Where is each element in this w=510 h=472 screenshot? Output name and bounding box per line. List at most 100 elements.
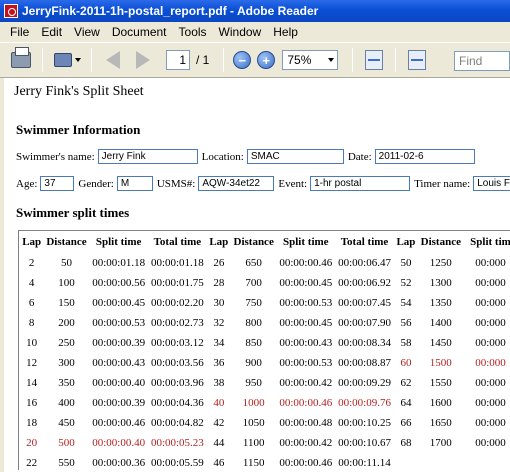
location-field[interactable]: SMAC: [246, 149, 344, 164]
window-title: JerryFink-2011-1h-postal_report.pdf - Ad…: [22, 4, 319, 18]
table-cell: 00:000: [475, 377, 506, 389]
column-header: Lap: [209, 236, 229, 248]
page-number-input[interactable]: 1: [166, 50, 190, 70]
gender-field[interactable]: M: [116, 176, 153, 191]
table-cell: 1150: [242, 457, 265, 469]
table-cell: 00:000: [475, 397, 506, 409]
table-cell: 32: [213, 317, 225, 329]
table-cell: 00:00:04.82: [150, 417, 204, 429]
table-row: 4 100 00:00:00.56 00:00:01.75 28 700 00:00:00.…: [19, 273, 510, 293]
table-row: 6 150 00:00:00.45 00:00:02.20 30 750 00:00:00.…: [19, 293, 510, 313]
timer-field[interactable]: Louis Fer: [473, 176, 510, 191]
usms-field[interactable]: AQW-34et22: [198, 176, 275, 191]
date-field[interactable]: 2011-02-6: [374, 149, 475, 164]
table-cell: 800: [245, 317, 262, 329]
table-cell: 00:00:03.12: [150, 337, 204, 349]
table-cell: 00:00:07.45: [338, 297, 391, 309]
share-button[interactable]: [49, 46, 85, 74]
table-cell: 1650: [429, 417, 452, 429]
table-cell: 34: [213, 337, 225, 349]
menu-window[interactable]: Window: [213, 25, 268, 39]
table-cell: 750: [245, 297, 262, 309]
table-cell: 60: [400, 357, 412, 369]
table-cell: 12: [26, 357, 38, 369]
column-header: Split time: [283, 236, 329, 248]
menu-help[interactable]: Help: [267, 25, 304, 39]
table-cell: 44: [213, 437, 225, 449]
table-cell: 38: [213, 377, 225, 389]
column-header: Split tim: [470, 236, 510, 248]
table-cell: 8: [28, 317, 35, 329]
menu-tools[interactable]: Tools: [173, 25, 213, 39]
table-cell: 10: [26, 337, 38, 349]
table-cell: 00:00:00.46: [92, 417, 146, 429]
menu-edit[interactable]: Edit: [35, 25, 68, 39]
table-cell: 00:00:04.36: [150, 397, 204, 409]
table-cell: 00:00:00.56: [92, 277, 146, 289]
title-bar: JerryFink-2011-1h-postal_report.pdf - Ad…: [0, 0, 510, 22]
table-header-row: Lap Distance Split time Total time Lap D…: [19, 231, 510, 253]
table-cell: 1250: [429, 257, 452, 269]
swimmer-info-heading: Swimmer Information: [16, 122, 141, 137]
table-cell: 00:00:00.53: [279, 357, 333, 369]
table-cell: 00:00:00.53: [92, 317, 146, 329]
menu-view[interactable]: View: [68, 25, 106, 39]
swimmer-info-row-2: Age: 37 Gender: M USMS#: AQW-34et22 Even…: [16, 176, 510, 191]
name-field[interactable]: Jerry Fink: [97, 149, 198, 164]
table-cell: 00:00:00.53: [279, 297, 333, 309]
event-field[interactable]: 1-hr postal: [310, 176, 411, 191]
table-cell: 00:00:00.39: [92, 337, 146, 349]
age-label: Age:: [16, 177, 38, 190]
zoom-in-icon[interactable]: +: [257, 51, 276, 69]
table-cell: 2: [28, 257, 35, 269]
table-cell: 250: [58, 337, 75, 349]
table-cell: 00:00:10.67: [338, 437, 391, 449]
next-page-button[interactable]: [128, 46, 158, 74]
table-cell: 00:00:00.39: [92, 397, 146, 409]
table-cell: 62: [400, 377, 412, 389]
table-cell: 00:000: [475, 357, 506, 369]
zoom-out-icon[interactable]: −: [233, 51, 252, 69]
menu-document[interactable]: Document: [106, 25, 173, 39]
fit-width-button[interactable]: [359, 46, 389, 74]
table-cell: 00:00:01.18: [92, 257, 146, 269]
table-cell: 28: [213, 277, 225, 289]
table-row: 22 550 00:00:00.36 00:00:05.59 46 1150 00:00:0…: [19, 453, 510, 470]
print-button[interactable]: [6, 46, 36, 74]
table-cell: 850: [245, 337, 262, 349]
table-cell: 650: [245, 257, 262, 269]
find-input[interactable]: Find: [454, 51, 510, 71]
table-row: 20 500 00:00:00.40 00:00:05.23 44 1100 00:00:0…: [19, 433, 510, 453]
table-row: 18 450 00:00:00.46 00:00:04.82 42 1050 00:00:0…: [19, 413, 510, 433]
table-cell: 00:00:00.40: [92, 437, 146, 449]
zoom-select[interactable]: 75%: [282, 50, 339, 70]
table-cell: 00:000: [475, 417, 506, 429]
page-total: / 1: [196, 53, 210, 67]
table-cell: 00:00:03.96: [150, 377, 204, 389]
column-header: Distance: [46, 236, 87, 248]
table-cell: 14: [26, 377, 38, 389]
fit-page-button[interactable]: [402, 46, 432, 74]
age-field[interactable]: 37: [40, 176, 75, 191]
table-row: 10 250 00:00:00.39 00:00:03.12 34 850 00:00:00…: [19, 333, 510, 353]
table-cell: 400: [58, 397, 75, 409]
table-cell: 00:00:08.87: [338, 357, 391, 369]
toolbar: 1 / 1 − + 75% Find: [0, 42, 510, 78]
table-cell: [463, 453, 510, 470]
split-times-table: Lap Distance Split time Total time Lap D…: [18, 230, 510, 470]
table-cell: 350: [58, 377, 75, 389]
table-cell: 68: [400, 437, 412, 449]
menu-file[interactable]: File: [4, 25, 35, 39]
previous-page-button[interactable]: [98, 46, 128, 74]
table-cell: 00:00:00.45: [279, 317, 333, 329]
table-cell: 00:000: [475, 317, 506, 329]
event-label: Event:: [278, 177, 308, 190]
table-row: 2 50 00:00:01.18 00:00:01.18 26 650 00:00:00.4…: [19, 253, 510, 273]
column-header: Total time: [153, 236, 202, 248]
table-cell: 66: [400, 417, 412, 429]
table-cell: 200: [58, 317, 75, 329]
table-cell: 36: [213, 357, 225, 369]
table-cell: 00:00:10.25: [338, 417, 391, 429]
printer-icon: [11, 47, 31, 68]
table-cell: 00:000: [475, 277, 506, 289]
